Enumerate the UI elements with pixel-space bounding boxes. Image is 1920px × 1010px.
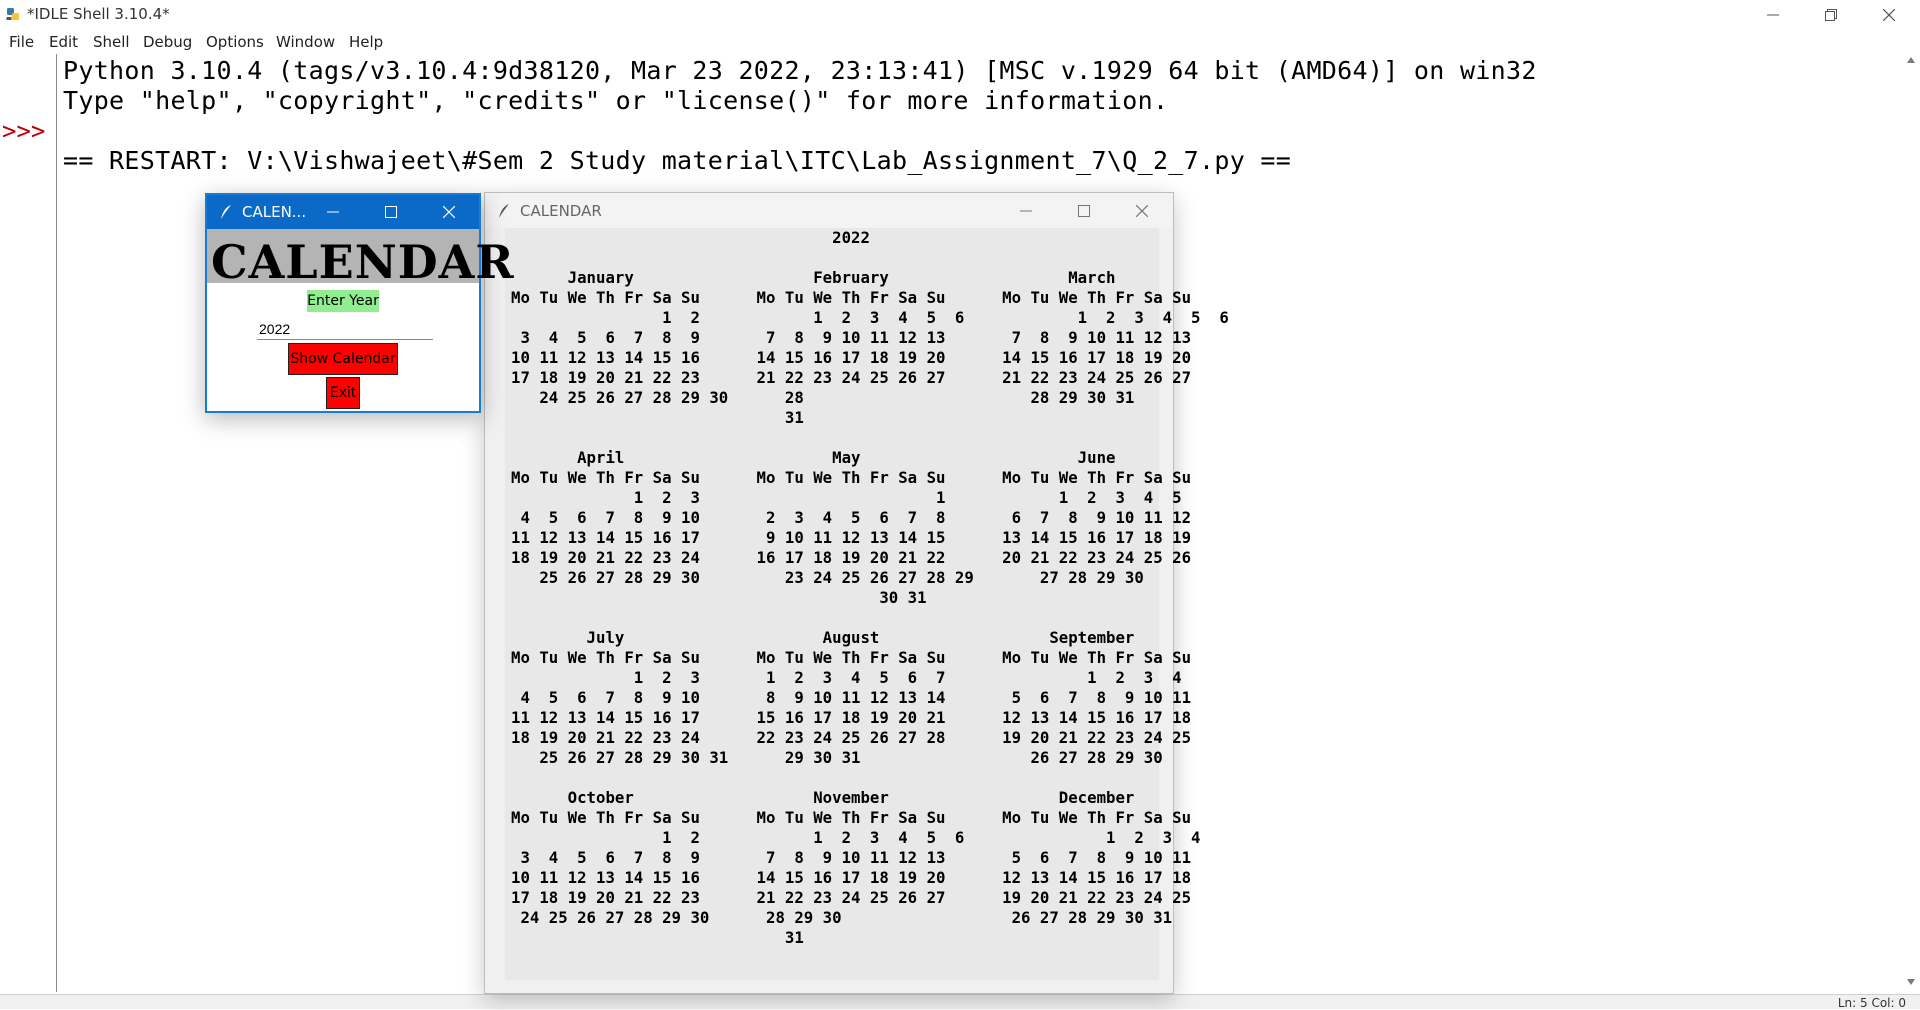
close-button[interactable]	[1860, 0, 1918, 29]
close-icon	[443, 206, 455, 218]
menu-help[interactable]: Help	[349, 33, 383, 51]
calendar-output-title: CALENDAR	[520, 202, 602, 220]
window-title: *IDLE Shell 3.10.4*	[27, 5, 170, 23]
menu-bar: File Edit Shell Debug Options Window Hel…	[0, 29, 1920, 54]
scroll-down-icon[interactable]	[1906, 978, 1916, 986]
calendar-output-window: CALENDAR 2022 January February March Mo …	[484, 192, 1229, 994]
shell-prompt-sidebar: >>>	[0, 54, 57, 992]
calendar-close-button[interactable]	[1113, 193, 1171, 228]
calendar-input-title: CALEN...	[242, 203, 307, 221]
menu-edit[interactable]: Edit	[49, 33, 78, 51]
small-minimize-button[interactable]	[304, 195, 362, 229]
calendar-minimize-button[interactable]	[997, 193, 1055, 228]
minimize-icon	[1020, 210, 1032, 211]
enter-year-label: Enter Year	[307, 290, 379, 312]
status-bar: Ln: 5 Col: 0	[0, 994, 1920, 1010]
calendar-text-area[interactable]: 2022 January February March Mo Tu We Th …	[505, 228, 1229, 980]
menu-shell[interactable]: Shell	[93, 33, 130, 51]
close-icon	[1883, 8, 1895, 21]
shell-info-line: Type "help", "copyright", "credits" or "…	[63, 86, 1169, 115]
small-maximize-button[interactable]	[362, 195, 420, 229]
scroll-up-icon[interactable]	[1906, 56, 1916, 64]
restore-icon	[1825, 8, 1837, 21]
menu-debug[interactable]: Debug	[143, 33, 192, 51]
calendar-maximize-button[interactable]	[1055, 193, 1113, 228]
maximize-icon	[1078, 204, 1090, 217]
minimize-button[interactable]	[1744, 0, 1802, 29]
shell-banner-line: Python 3.10.4 (tags/v3.10.4:9d38120, Mar…	[63, 56, 1537, 85]
menu-window[interactable]: Window	[276, 33, 335, 51]
show-calendar-button[interactable]: Show Calendar	[288, 343, 398, 375]
shell-restart-line: == RESTART: V:\Vishwajeet\#Sem 2 Study m…	[63, 146, 1292, 175]
calendar-heading: CALENDAR	[211, 235, 515, 289]
close-icon	[1136, 204, 1148, 217]
menu-options[interactable]: Options	[206, 33, 264, 51]
maximize-icon	[385, 206, 397, 218]
tk-feather-icon	[221, 205, 231, 219]
exit-button[interactable]: Exit	[326, 377, 360, 409]
small-close-button[interactable]	[420, 195, 478, 229]
calendar-text: 2022 January February March Mo Tu We Th …	[511, 228, 1229, 947]
calendar-output-titlebar[interactable]: CALENDAR	[485, 193, 1173, 228]
tk-feather-icon	[499, 204, 509, 218]
restore-button[interactable]	[1802, 0, 1860, 29]
menu-file[interactable]: File	[9, 33, 34, 51]
calendar-input-window: CALEN... CALENDAR Enter Year Show Calend…	[205, 193, 514, 413]
calendar-input-titlebar[interactable]: CALEN...	[207, 195, 479, 229]
year-input[interactable]	[257, 319, 433, 340]
minimize-icon	[1767, 14, 1779, 15]
shell-scrollbar[interactable]	[1902, 54, 1920, 994]
minimize-icon	[327, 211, 339, 213]
shell-prompt: >>>	[2, 117, 46, 145]
idle-titlebar: *IDLE Shell 3.10.4*	[0, 0, 1920, 29]
python-app-icon	[6, 8, 19, 20]
